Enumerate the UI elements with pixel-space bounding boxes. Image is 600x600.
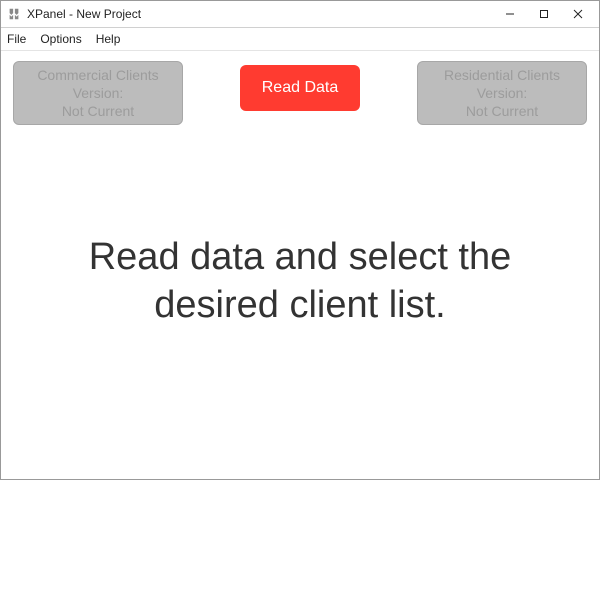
residential-line3: Not Current [466, 102, 538, 120]
residential-clients-button[interactable]: Residential Clients Version: Not Current [417, 61, 587, 125]
window-controls [493, 3, 595, 25]
menu-file[interactable]: File [7, 32, 26, 46]
maximize-button[interactable] [527, 3, 561, 25]
minimize-button[interactable] [493, 3, 527, 25]
app-icon [7, 7, 21, 21]
maximize-icon [539, 9, 549, 19]
titlebar[interactable]: XPanel - New Project [1, 1, 599, 28]
read-data-button[interactable]: Read Data [240, 65, 360, 111]
app-window: XPanel - New Project File Options Help C… [0, 0, 600, 480]
toolbar: Commercial Clients Version: Not Current … [1, 51, 599, 131]
commercial-line2: Version: [73, 84, 124, 102]
menubar: File Options Help [1, 28, 599, 51]
commercial-clients-button[interactable]: Commercial Clients Version: Not Current [13, 61, 183, 125]
menu-options[interactable]: Options [40, 32, 81, 46]
commercial-line1: Commercial Clients [37, 66, 158, 84]
menu-help[interactable]: Help [96, 32, 121, 46]
residential-line1: Residential Clients [444, 66, 560, 84]
window-title: XPanel - New Project [27, 7, 493, 21]
close-icon [573, 9, 583, 19]
close-button[interactable] [561, 3, 595, 25]
instruction-message: Read data and select the desired client … [1, 131, 599, 431]
residential-line2: Version: [477, 84, 528, 102]
commercial-line3: Not Current [62, 102, 134, 120]
minimize-icon [505, 9, 515, 19]
